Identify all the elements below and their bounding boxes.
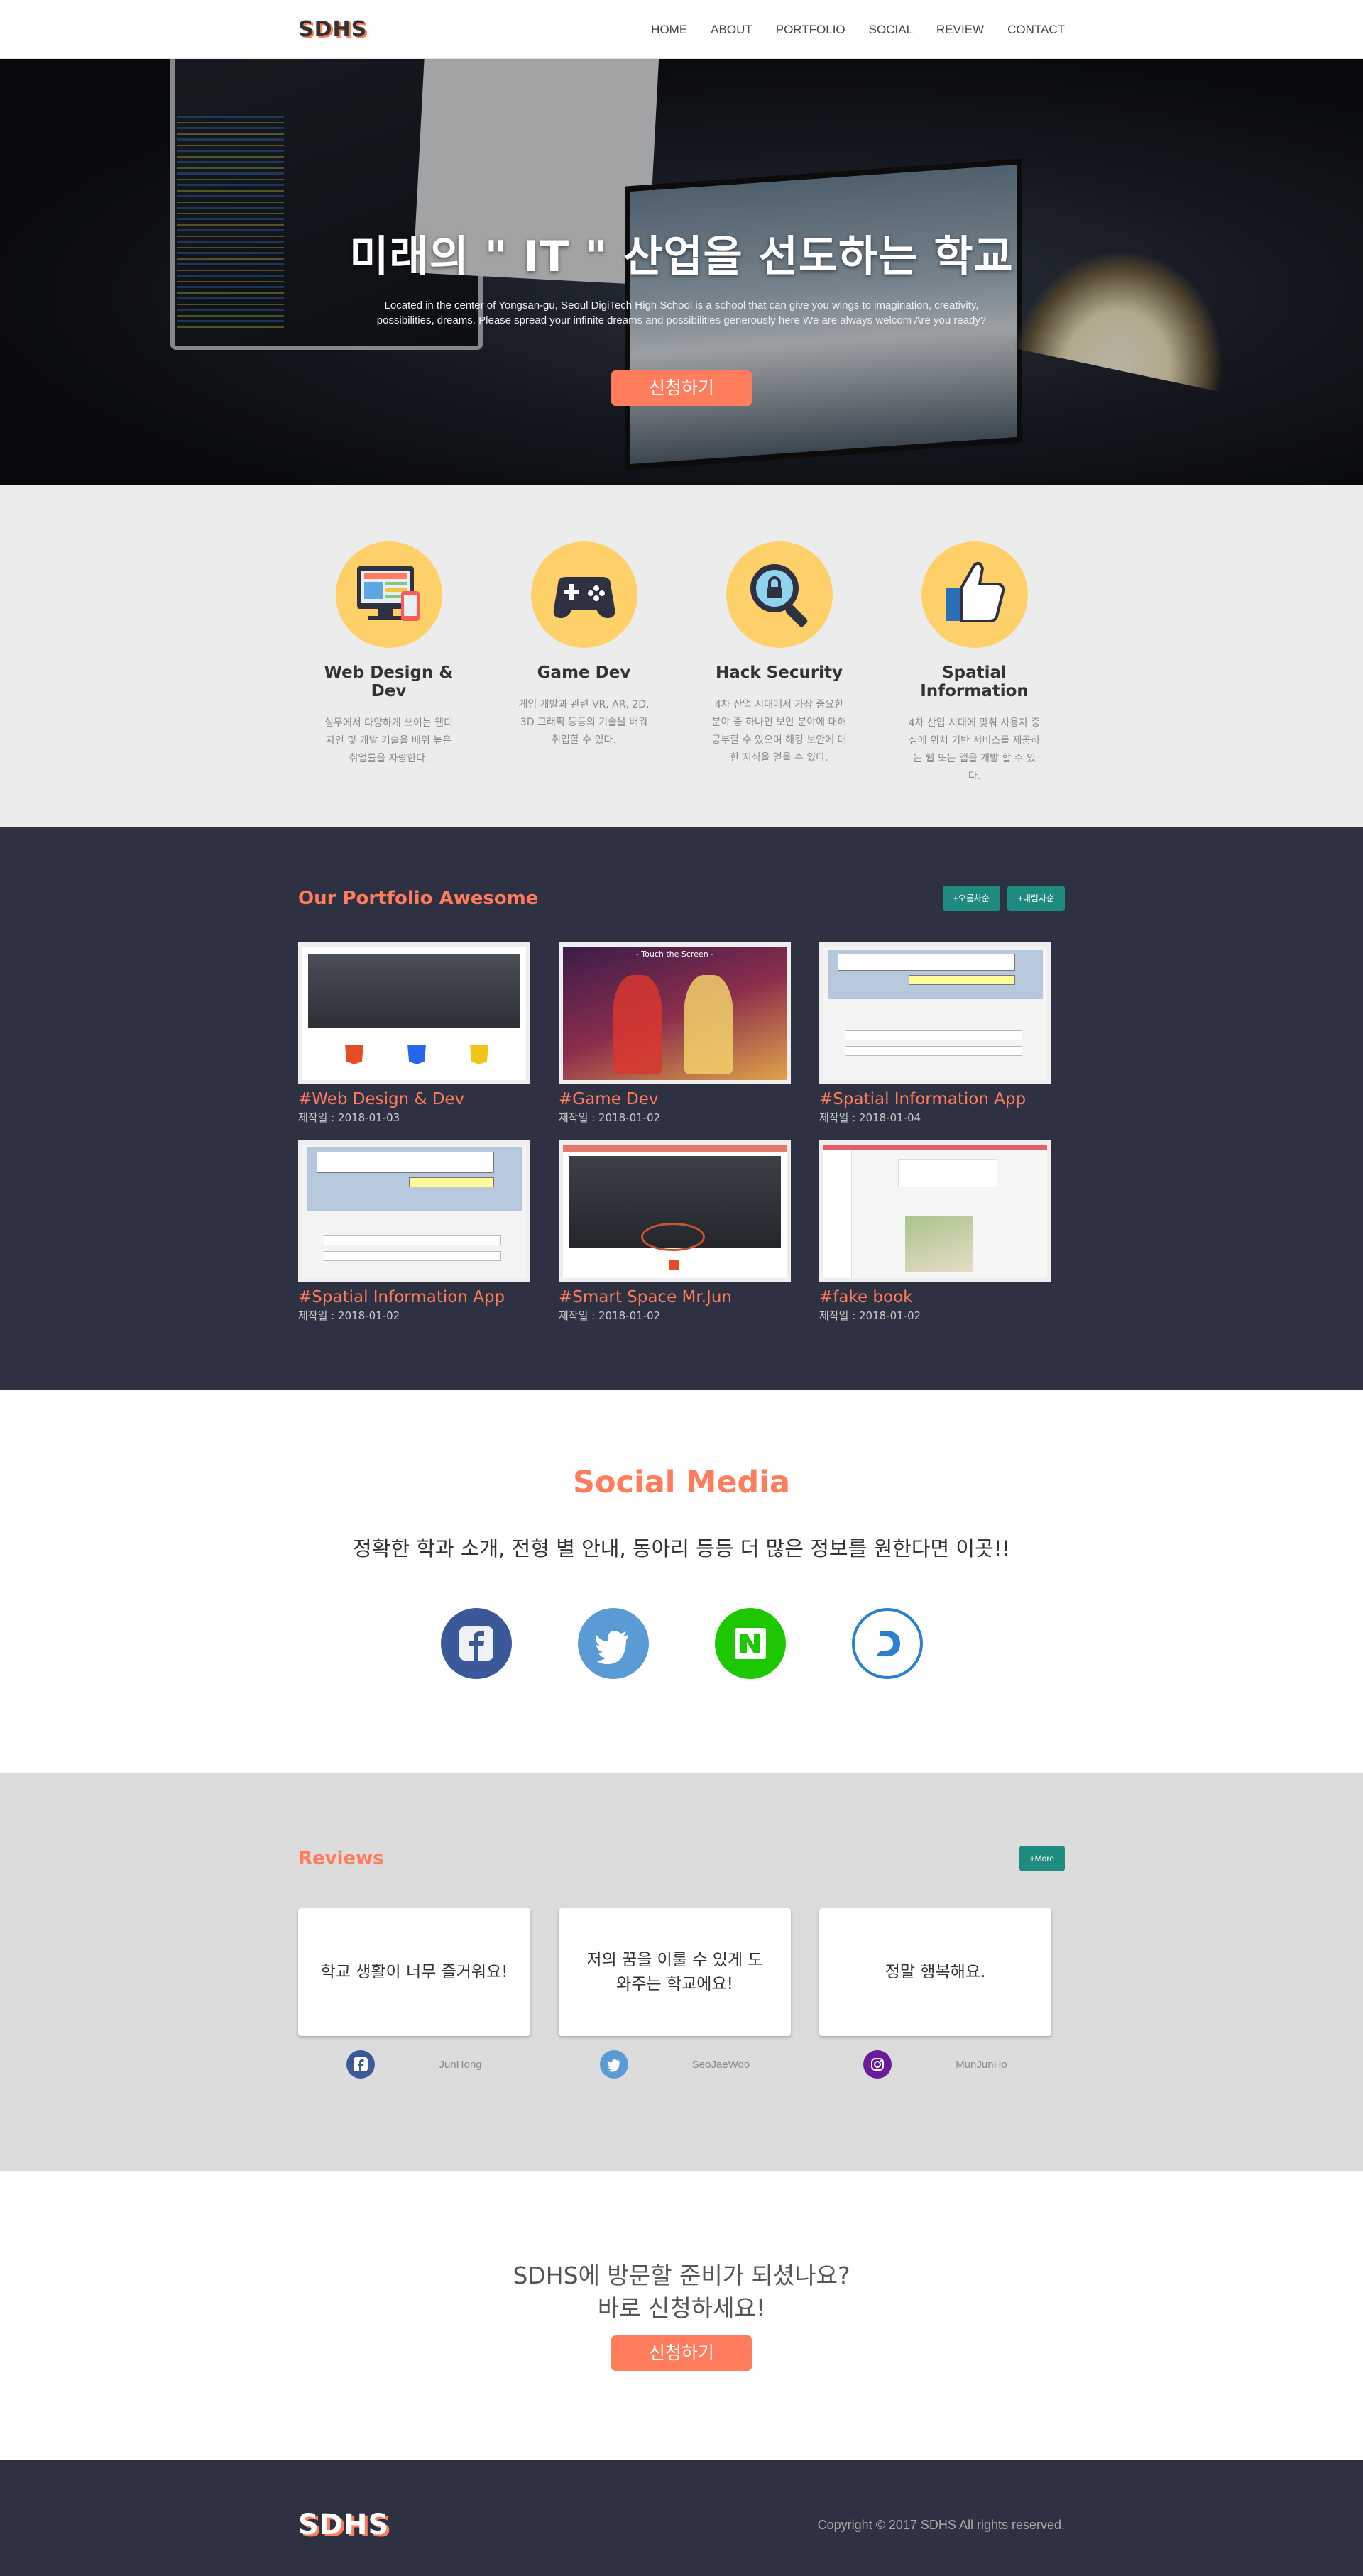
feature-desc: 4차 산업 시대에 맞춰 사용자 중심에 위치 기반 서비스를 제공하는 웹 또… xyxy=(908,717,1041,782)
hero-apply-button[interactable]: 신청하기 xyxy=(611,370,752,406)
nav-contact-link[interactable]: CONTACT xyxy=(1007,23,1065,37)
facebook-icon[interactable] xyxy=(440,1608,512,1679)
portfolio-card-date: 제작일 : 2018-01-02 xyxy=(559,1111,661,1124)
review-item: 저의 꿈을 이룰 수 있게 도와주는 학교에요! SeoJaeWoo xyxy=(559,1908,791,2079)
social-icons xyxy=(298,1608,1065,1679)
reviews-title: Reviews xyxy=(298,1848,384,1869)
feature-title: Hack Security xyxy=(715,664,843,682)
cta-section: SDHS에 방문할 준비가 되셨나요? 바로 신청하세요! 신청하기 xyxy=(0,2171,1363,2460)
portfolio-card[interactable]: - Touch the Screen - #Game Dev 제작일 : 201… xyxy=(559,942,791,1125)
review-author: SeoJaeWoo xyxy=(559,2050,791,2079)
sort-ascending-button[interactable]: +오름차순 xyxy=(942,886,1000,911)
feature-desc: 실무에서 다양하게 쓰이는 웹디자인 및 개발 기술을 배워 높은 취업률을 자… xyxy=(324,717,453,764)
feature-desc: 4차 산업 시대에서 가장 중요한 분야 중 하나인 보안 분야에 대해 공부할… xyxy=(711,699,847,764)
social-section: Social Media 정확한 학과 소개, 전형 별 안내, 동아리 등등 … xyxy=(0,1390,1363,1773)
review-text: 저의 꿈을 이룰 수 있게 도와주는 학교에요! xyxy=(559,1908,791,2036)
portfolio-card-title: #Spatial Information App xyxy=(819,1090,1027,1108)
social-subtitle: 정확한 학과 소개, 전형 별 안내, 동아리 등등 더 많은 정보를 원한다면… xyxy=(352,1536,1011,1561)
portfolio-card-date: 제작일 : 2018-01-04 xyxy=(819,1111,921,1124)
portfolio-thumbnail[interactable]: - Touch the Screen - xyxy=(559,942,791,1084)
portfolio-card[interactable]: #Smart Space Mr.Jun 제작일 : 2018-01-02 xyxy=(559,1140,791,1323)
review-item: 정말 행복해요. MunJunHo xyxy=(819,1908,1051,2079)
more-reviews-button[interactable]: +More xyxy=(1019,1846,1065,1871)
feature-title: Spatial Information xyxy=(920,664,1029,700)
copyright-text: Copyright © 2017 SDHS All rights reserve… xyxy=(817,2517,1065,2532)
review-author: JunHong xyxy=(298,2050,530,2079)
daum-icon[interactable] xyxy=(851,1608,923,1679)
twitter-icon[interactable] xyxy=(599,2050,628,2079)
portfolio-section: Our Portfolio Awesome +오름차순 +내림차순 #Web D… xyxy=(0,827,1363,1390)
portfolio-card[interactable]: #Spatial Information App 제작일 : 2018-01-0… xyxy=(819,942,1051,1125)
hero-content: 미래의 " IT " 산업을 선도하는 학교 Located in the ce… xyxy=(0,222,1363,406)
portfolio-card-date: 제작일 : 2018-01-03 xyxy=(298,1111,400,1124)
nav-social-link[interactable]: SOCIAL xyxy=(869,23,913,37)
portfolio-card-title: #Game Dev xyxy=(559,1090,659,1108)
reviews-header: Reviews +More xyxy=(298,1844,1065,1873)
review-author-name: SeoJaeWoo xyxy=(691,2058,750,2071)
feature-web-design: Web Design & Dev 실무에서 다양하게 쓰이는 웹디자인 및 개발… xyxy=(318,541,460,786)
footer-logo[interactable]: SDHS xyxy=(298,2509,389,2541)
hero-title: 미래의 " IT " 산업을 선도하는 학교 xyxy=(349,232,1014,282)
reviews-grid: 학교 생활이 너무 즐거워요! JunHong 저의 꿈을 이룰 수 있게 도와… xyxy=(298,1908,1065,2079)
review-author: MunJunHo xyxy=(819,2050,1051,2079)
site-logo[interactable]: SDHS xyxy=(298,17,367,42)
cta-line-2: 바로 신청하세요! xyxy=(597,2294,766,2322)
portfolio-card[interactable]: #fake book 제작일 : 2018-01-02 xyxy=(819,1140,1051,1323)
top-nav: SDHS HOME ABOUT PORTFOLIO SOCIAL REVIEW … xyxy=(0,0,1363,59)
portfolio-thumbnail[interactable] xyxy=(819,942,1051,1084)
main-menu: HOME ABOUT PORTFOLIO SOCIAL REVIEW CONTA… xyxy=(628,23,1065,37)
portfolio-card-date: 제작일 : 2018-01-02 xyxy=(298,1309,400,1322)
review-text: 학교 생활이 너무 즐거워요! xyxy=(298,1908,530,2036)
cta-line-1: SDHS에 방문할 준비가 되셨나요? xyxy=(513,2262,850,2289)
portfolio-card-title: #Web Design & Dev xyxy=(298,1090,465,1108)
feature-desc: 게임 개발과 관련 VR, AR, 2D, 3D 그래픽 등등의 기술을 배워 … xyxy=(518,699,650,746)
cta-apply-button[interactable]: 신청하기 xyxy=(611,2335,752,2371)
hero-subtitle: Located in the center of Yongsan-gu, Seo… xyxy=(376,299,987,326)
portfolio-card-title: #Smart Space Mr.Jun xyxy=(559,1288,732,1306)
reviews-section: Reviews +More 학교 생활이 너무 즐거워요! JunHong 저의… xyxy=(0,1773,1363,2171)
sort-buttons: +오름차순 +내림차순 xyxy=(942,886,1065,911)
feature-title: Game Dev xyxy=(537,664,631,682)
portfolio-grid: #Web Design & Dev 제작일 : 2018-01-03 - Tou… xyxy=(298,942,1065,1338)
instagram-icon[interactable] xyxy=(863,2050,892,2079)
portfolio-card[interactable]: #Web Design & Dev 제작일 : 2018-01-03 xyxy=(298,942,530,1125)
review-author-name: MunJunHo xyxy=(956,2058,1007,2071)
portfolio-title: Our Portfolio Awesome xyxy=(298,888,539,909)
feature-spatial-info: Spatial Information 4차 산업 시대에 맞춰 사용자 중심에… xyxy=(904,541,1046,786)
portfolio-header: Our Portfolio Awesome +오름차순 +내림차순 xyxy=(298,884,1065,913)
review-text: 정말 행복해요. xyxy=(819,1908,1051,2036)
review-author-name: JunHong xyxy=(439,2058,482,2071)
nav-about-link[interactable]: ABOUT xyxy=(711,23,752,37)
feature-hack-security: Hack Security 4차 산업 시대에서 가장 중요한 분야 중 하나인… xyxy=(708,541,850,786)
nav-review-link[interactable]: REVIEW xyxy=(936,23,984,37)
features-section: Web Design & Dev 실무에서 다양하게 쓰이는 웹디자인 및 개발… xyxy=(0,485,1363,827)
naver-icon[interactable] xyxy=(714,1608,786,1679)
portfolio-thumbnail[interactable] xyxy=(559,1140,791,1282)
gamepad-icon xyxy=(530,541,637,648)
portfolio-card-date: 제작일 : 2018-01-02 xyxy=(559,1309,661,1322)
nav-home-link[interactable]: HOME xyxy=(651,23,687,37)
portfolio-card-title: #fake book xyxy=(819,1288,913,1306)
portfolio-thumbnail[interactable] xyxy=(819,1140,1051,1282)
sort-descending-button[interactable]: +내림차순 xyxy=(1007,886,1065,911)
portfolio-card[interactable]: #Spatial Information App 제작일 : 2018-01-0… xyxy=(298,1140,530,1323)
thumbnail-caption: - Touch the Screen - xyxy=(635,950,714,959)
web-design-icon xyxy=(335,541,442,648)
twitter-icon[interactable] xyxy=(577,1608,649,1679)
security-search-icon xyxy=(726,541,833,648)
portfolio-card-title: #Spatial Information App xyxy=(298,1288,505,1306)
feature-title: Web Design & Dev xyxy=(324,664,454,700)
portfolio-card-date: 제작일 : 2018-01-02 xyxy=(819,1309,921,1322)
feature-game-dev: Game Dev 게임 개발과 관련 VR, AR, 2D, 3D 그래픽 등등… xyxy=(513,541,655,786)
review-item: 학교 생활이 너무 즐거워요! JunHong xyxy=(298,1908,530,2079)
portfolio-thumbnail[interactable] xyxy=(298,1140,530,1282)
social-title: Social Media xyxy=(573,1465,790,1500)
thumbs-up-icon xyxy=(921,541,1028,648)
nav-portfolio-link[interactable]: PORTFOLIO xyxy=(776,23,845,37)
facebook-icon[interactable] xyxy=(346,2050,376,2079)
portfolio-thumbnail[interactable] xyxy=(298,942,530,1084)
hero-section: 미래의 " IT " 산업을 선도하는 학교 Located in the ce… xyxy=(0,59,1363,485)
site-footer: SDHS Copyright © 2017 SDHS All rights re… xyxy=(0,2460,1363,2576)
